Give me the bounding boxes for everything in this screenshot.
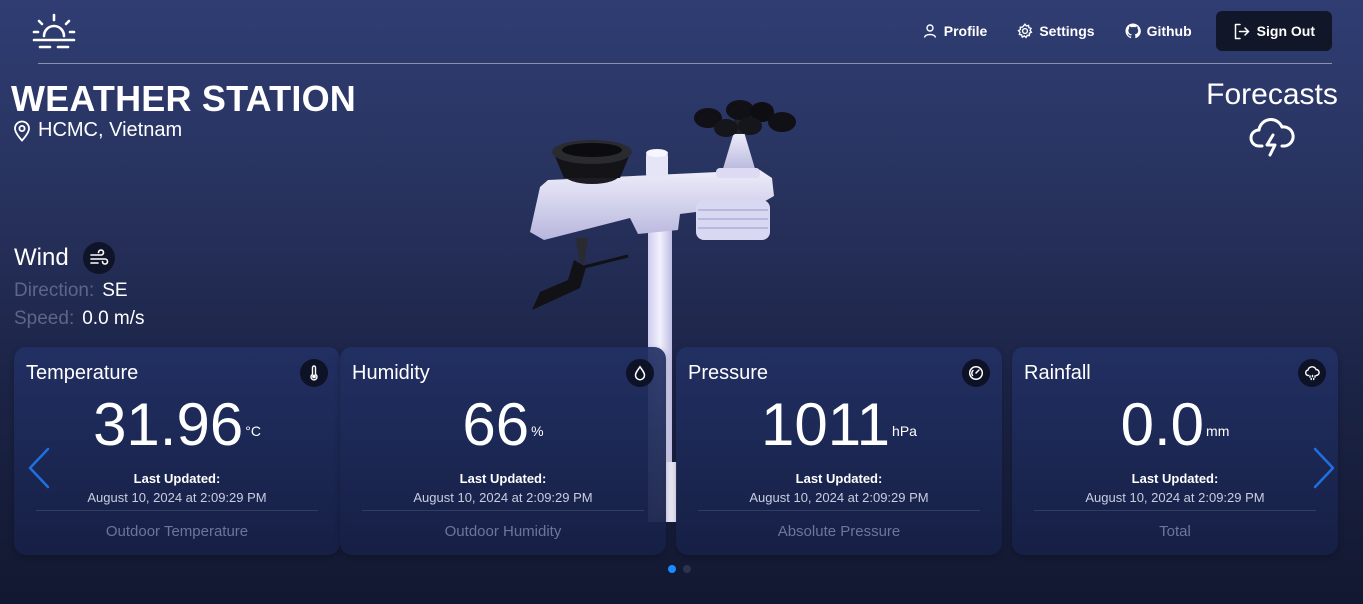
github-label: Github xyxy=(1146,23,1192,39)
last-updated-time: August 10, 2024 at 2:09:29 PM xyxy=(87,490,267,505)
top-navbar: Profile Settings Github Sign Out xyxy=(0,0,1363,64)
humidity-card[interactable]: Humidity 66% Last Updated: August 10, 20… xyxy=(340,347,666,555)
carousel-next-button[interactable] xyxy=(1311,446,1337,490)
github-icon xyxy=(1125,23,1141,39)
last-updated-time: August 10, 2024 at 2:09:29 PM xyxy=(749,490,929,505)
card-value: 66 xyxy=(462,391,530,458)
location-text: HCMC, Vietnam xyxy=(38,119,183,141)
card-unit: hPa xyxy=(892,423,917,439)
card-footer: Outdoor Humidity xyxy=(444,523,562,540)
carousel-dot-2[interactable] xyxy=(683,565,691,573)
storm-cloud-icon xyxy=(1249,118,1295,157)
chevron-right-icon xyxy=(1313,447,1335,489)
settings-label: Settings xyxy=(1039,23,1095,39)
sign-out-icon xyxy=(1234,23,1249,39)
card-title: Pressure xyxy=(688,362,769,384)
sign-out-button[interactable]: Sign Out xyxy=(1215,11,1332,51)
card-value: 31.96 xyxy=(93,391,244,458)
page-title: WEATHER STATION xyxy=(11,78,356,119)
forecasts-link[interactable]: Forecasts xyxy=(1192,78,1352,163)
card-title: Temperature xyxy=(26,362,139,384)
pressure-card[interactable]: Pressure 1011 hPa Last Updated: August 10… xyxy=(676,347,1002,555)
last-updated-label: Last Updated: xyxy=(133,471,221,486)
last-updated-label: Last Updated: xyxy=(795,471,883,486)
card-value: 1011 xyxy=(761,391,891,458)
sign-out-label: Sign Out xyxy=(1256,23,1315,39)
map-pin-icon xyxy=(14,120,30,142)
carousel-prev-button[interactable] xyxy=(26,446,52,490)
card-unit: mm xyxy=(1206,423,1230,439)
forecasts-label: Forecasts xyxy=(1206,78,1338,111)
top-nav-menu: Profile Settings Github Sign Out xyxy=(892,11,1332,51)
wind-direction-value: SE xyxy=(102,280,128,301)
card-value: 0.0 xyxy=(1120,391,1205,458)
droplet-icon xyxy=(626,359,654,387)
card-unit: °C xyxy=(245,423,261,439)
gauge-icon xyxy=(962,359,990,387)
last-updated-label: Last Updated: xyxy=(459,471,547,486)
card-footer: Outdoor Temperature xyxy=(105,523,249,540)
card-divider xyxy=(362,510,644,511)
card-divider xyxy=(36,510,318,511)
card-title: Rainfall xyxy=(1024,362,1091,384)
gear-icon xyxy=(1017,23,1033,39)
thermometer-icon xyxy=(300,359,328,387)
temperature-card[interactable]: Temperature 31.96 °C Last Updated: August… xyxy=(14,347,340,555)
profile-link[interactable]: Profile xyxy=(922,23,988,39)
card-footer: Total xyxy=(1159,523,1191,540)
wind-speed-label: Speed: xyxy=(14,308,75,329)
sunrise-icon[interactable] xyxy=(30,12,78,52)
header-divider xyxy=(38,63,1332,64)
wind-panel: Wind Direction: SE Speed: 0.0 m/s xyxy=(14,242,145,330)
carousel-pagination xyxy=(668,565,691,573)
card-divider xyxy=(698,510,980,511)
wind-icon xyxy=(82,242,115,274)
location: HCMC, Vietnam xyxy=(12,119,182,142)
chevron-left-icon xyxy=(28,447,50,489)
wind-title: Wind xyxy=(14,244,69,271)
card-title: Humidity xyxy=(352,362,430,384)
card-footer: Absolute Pressure xyxy=(777,523,901,540)
settings-link[interactable]: Settings xyxy=(1017,23,1095,39)
last-updated-label: Last Updated: xyxy=(1131,471,1219,486)
github-link[interactable]: Github xyxy=(1125,23,1192,39)
wind-speed-value: 0.0 m/s xyxy=(82,308,145,329)
rainfall-card[interactable]: Rainfall 0.0 mm Last Updated: August 10, … xyxy=(1012,347,1338,555)
last-updated-time: August 10, 2024 at 2:09:29 PM xyxy=(1085,490,1265,505)
card-divider xyxy=(1034,510,1316,511)
rain-cloud-icon xyxy=(1298,359,1326,387)
profile-label: Profile xyxy=(943,23,988,39)
last-updated-time: August 10, 2024 at 2:09:29 PM xyxy=(413,490,593,505)
user-icon xyxy=(923,24,936,38)
carousel-dot-1[interactable] xyxy=(668,565,676,573)
card-unit: % xyxy=(531,423,544,439)
wind-direction-label: Direction: xyxy=(14,280,95,301)
